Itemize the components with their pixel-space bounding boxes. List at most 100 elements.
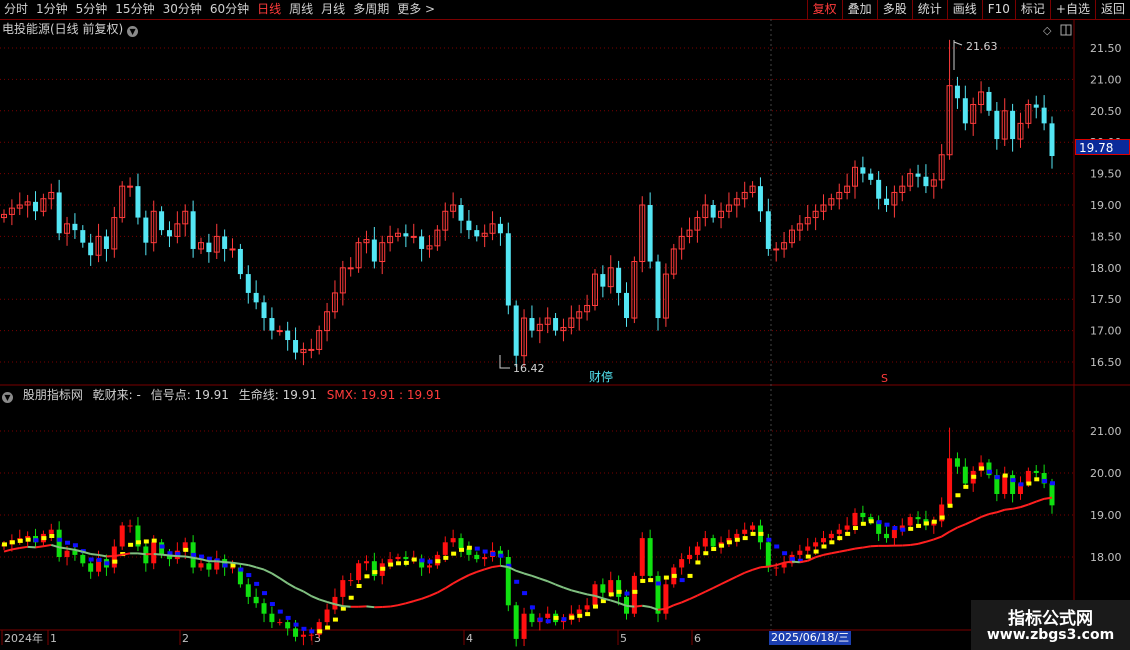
indicator-body <box>616 580 622 597</box>
indicator-body <box>639 538 645 576</box>
indicator-axis-tick: 20.00 <box>1090 467 1122 480</box>
candle <box>403 224 409 248</box>
signal-dot <box>498 553 504 558</box>
candle <box>1041 95 1047 131</box>
watermark: 指标公式网 www.zbgs3.com <box>971 600 1130 650</box>
signal-dot <box>254 581 260 586</box>
candle <box>749 181 756 198</box>
signal-dot <box>443 555 449 560</box>
candle <box>662 263 669 327</box>
signal-dot <box>112 559 118 564</box>
indicator-candle <box>348 572 354 586</box>
candle <box>213 223 220 260</box>
smx-line-segment <box>531 574 541 580</box>
candle <box>702 194 709 227</box>
indicator-candle <box>852 508 858 534</box>
smx-line-segment <box>216 560 225 564</box>
candle-body <box>876 179 882 199</box>
indicator-body <box>813 542 819 547</box>
candle <box>741 181 748 208</box>
candle <box>206 233 212 263</box>
signal-dot <box>947 503 953 508</box>
indicator-candle <box>48 523 54 542</box>
indicator-body <box>702 538 708 547</box>
indicator-body <box>300 634 306 637</box>
smx-line-segment <box>1043 496 1053 500</box>
smx-line-segment <box>996 508 1006 514</box>
indicator-body <box>450 538 456 543</box>
signal-dot <box>57 537 63 542</box>
smx-line-segment <box>634 604 643 608</box>
indicator-body <box>245 584 251 597</box>
signal-dot <box>72 543 78 548</box>
candle-body <box>261 302 267 319</box>
smx-line-segment <box>815 553 824 559</box>
signal-dot <box>971 474 977 479</box>
candle <box>930 172 937 199</box>
candle-body <box>253 292 259 303</box>
indicator-lifeline: 生命线: 19.91 <box>238 388 317 402</box>
candle <box>394 228 401 242</box>
indicator-candle <box>568 605 574 625</box>
event-marker[interactable]: 财停 <box>589 369 613 384</box>
indicator-body <box>261 603 267 614</box>
candle <box>852 160 859 199</box>
indicator-candle <box>269 606 275 628</box>
smx-line-segment <box>972 516 982 522</box>
candle <box>812 204 819 231</box>
indicator-body <box>1002 475 1008 494</box>
candle <box>868 168 874 185</box>
signal-dot <box>892 526 898 531</box>
candle <box>276 325 283 336</box>
candle <box>474 225 480 242</box>
candle <box>72 213 78 239</box>
watermark-title: 指标公式网 <box>1008 609 1093 629</box>
signal-dot <box>663 575 669 580</box>
smx-line-segment <box>736 571 746 578</box>
indicator-body <box>679 559 685 568</box>
smx-line-segment <box>224 561 233 564</box>
candle <box>182 204 189 237</box>
indicator-candle <box>663 577 669 620</box>
kline-chart[interactable]: 21.50 21.00 20.50 20.00 19.50 19.00 18.50 18.00… <box>0 0 1130 650</box>
signal-dot <box>577 613 583 618</box>
candle <box>300 342 307 366</box>
signal-dot <box>490 552 496 557</box>
indicator-body <box>600 584 606 593</box>
smx-line-segment <box>910 542 919 547</box>
candle-body <box>923 176 929 187</box>
candle <box>876 171 882 210</box>
signal-dot <box>986 469 992 474</box>
price-axis-tick: 18.50 <box>1090 230 1122 243</box>
diamond-icon[interactable]: ◇ <box>1043 24 1052 37</box>
indicator-candle <box>970 466 976 492</box>
candle <box>954 76 960 109</box>
smx-line-segment <box>287 582 297 589</box>
smx-line-segment <box>696 590 706 597</box>
candle <box>24 194 31 218</box>
smx-line-segment <box>460 574 470 580</box>
smx-line-segment <box>295 586 304 593</box>
candle <box>33 191 39 221</box>
chevron-down-icon[interactable]: ▼ <box>2 392 13 403</box>
candle <box>836 183 843 210</box>
signal-dot <box>608 592 614 597</box>
signal-dot <box>1018 482 1024 487</box>
candle <box>481 224 488 248</box>
signal-dot <box>372 570 378 575</box>
indicator-body <box>427 565 433 568</box>
price-axis-tick: 19.00 <box>1090 199 1122 212</box>
smx-line-segment <box>752 566 761 571</box>
smx-line-segment <box>389 604 399 608</box>
indicator-candle <box>332 588 338 615</box>
smx-line-segment <box>98 553 107 558</box>
candle-body <box>505 233 511 306</box>
signal-dot <box>853 526 859 531</box>
candle <box>828 193 835 211</box>
signal-dot <box>545 619 551 624</box>
watermark-url: www.zbgs3.com <box>986 627 1115 643</box>
candle <box>600 265 606 298</box>
candle-body <box>647 205 653 262</box>
candle-body <box>166 230 172 237</box>
chevron-down-icon[interactable]: ▼ <box>127 26 139 37</box>
